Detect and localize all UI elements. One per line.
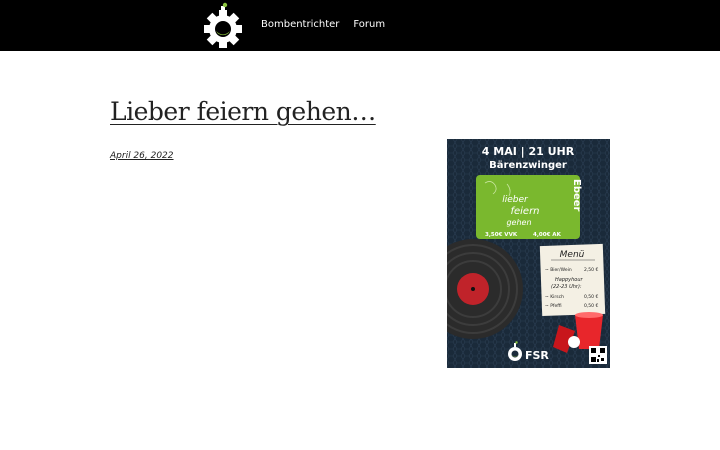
poster-menu-item-name: (22-23 Uhr):	[551, 284, 582, 290]
poster-menu-card: Menü ~ Bier/Wein 2,50 € Happyhour (22-23…	[539, 243, 606, 317]
poster-venue: Bärenzwinger	[489, 160, 567, 171]
poster-card-line-2: feiern	[510, 206, 539, 217]
poster-menu-item-name: ~ Pfeffi	[545, 303, 562, 309]
nav-link-bombentrichter[interactable]: Bombentrichter	[261, 18, 339, 32]
event-poster-image: 4 MAI | 21 UHR Bärenzwinger lieber feier…	[447, 139, 610, 368]
poster-card-line-1: lieber	[502, 195, 529, 205]
gear-flask-logo-icon	[204, 2, 242, 48]
poster-price-vvk: 3,50€ VVK	[485, 232, 518, 238]
poster-brand: FSR	[525, 349, 549, 362]
post-date[interactable]: April 26, 2022	[110, 151, 174, 161]
poster-menu-title: Menü	[560, 250, 585, 260]
site-header: Bombentrichter Forum	[0, 0, 720, 51]
poster-menu-item-price: 0,50 €	[584, 294, 598, 300]
qr-code-icon	[589, 346, 607, 364]
poster-menu-item-price: 2,50 €	[584, 267, 598, 273]
poster-menu-item-name: ~ Bier/Wein	[545, 267, 572, 273]
site-logo[interactable]	[199, 2, 247, 48]
poster-headline: 4 MAI | 21 UHR	[482, 145, 575, 158]
poster-card-line-3: gehen	[506, 218, 531, 227]
poster-card-side-text: Ebeer	[571, 179, 582, 212]
nav-link-forum[interactable]: Forum	[353, 18, 385, 32]
post-title[interactable]: Lieber feiern gehen…	[110, 95, 376, 129]
poster-menu-item-name: Happyhour	[555, 277, 584, 283]
poster-price-ak: 4,00€ AK	[533, 232, 562, 238]
poster-menu-item-price: 0,50 €	[584, 303, 598, 309]
poster-menu-item-name: ~ Kirsch	[545, 294, 564, 300]
main-nav: Bombentrichter Forum	[261, 18, 385, 32]
